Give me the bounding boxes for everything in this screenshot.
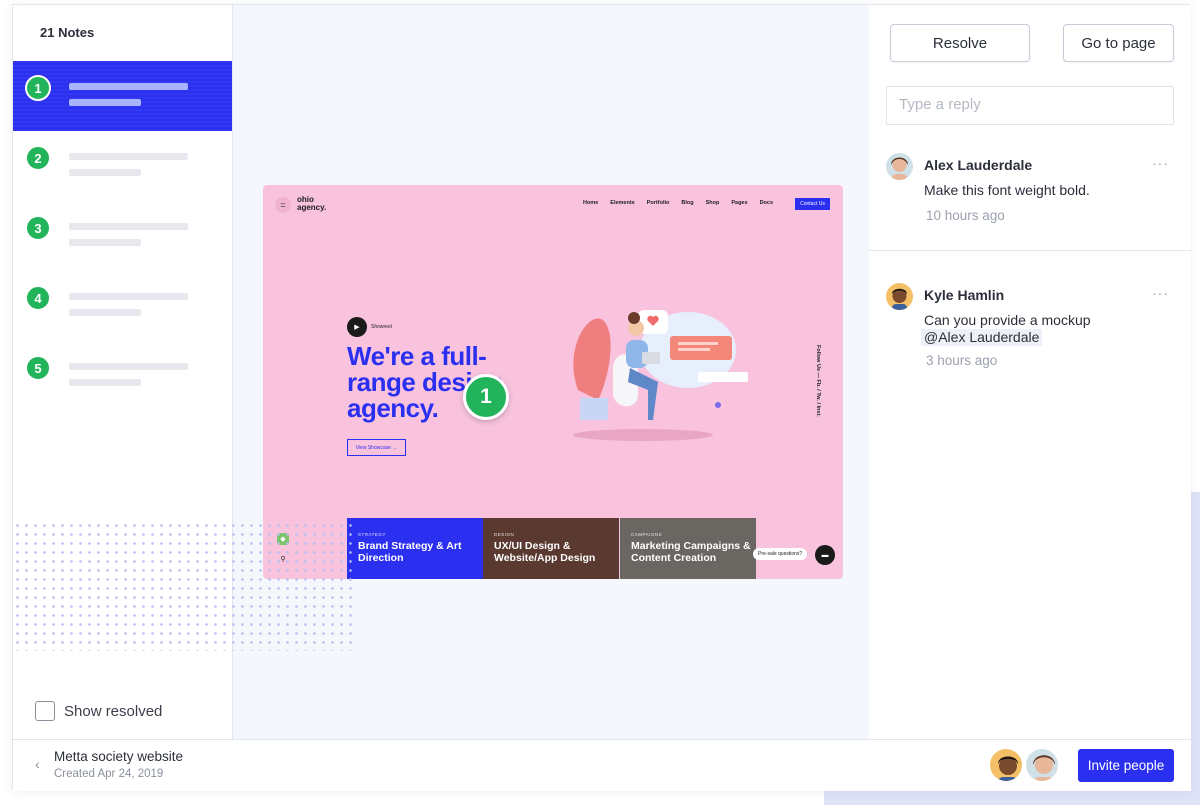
mockup-nav-item: Elements: [610, 200, 635, 206]
play-icon: ▶: [347, 317, 367, 337]
note-preview-line: [69, 309, 141, 316]
card-title: Marketing Campaigns & Content Creation: [631, 540, 751, 564]
avatar: [886, 153, 913, 180]
note-preview-line: [69, 223, 188, 230]
comment-text-body: Can you provide a mockup: [924, 312, 1091, 328]
mockup-nav-item: Docs: [759, 200, 774, 206]
note-preview-line: [69, 169, 141, 176]
notes-count: 21 Notes: [40, 25, 95, 40]
show-resolved-label: Show resolved: [64, 702, 163, 720]
card-category: DESIGN: [494, 532, 515, 537]
dot-pattern-decoration: [13, 521, 353, 651]
mockup-nav-item: Shop: [705, 200, 720, 206]
mockup-nav-item: Blog: [681, 200, 694, 206]
website-mockup[interactable]: = ohio agency. Home Elements Portfolio B…: [263, 185, 843, 579]
card-title: UX/UI Design & Website/App Design: [494, 540, 596, 564]
mockup-card-design: DESIGN UX/UI Design & Website/App Design: [483, 518, 619, 579]
note-preview-line: [69, 363, 188, 370]
mockup-chat-bubble: Pre-sale questions?: [753, 548, 808, 560]
avatar[interactable]: [988, 747, 1024, 783]
comment-text: Can you provide a mockup @Alex Lauderdal…: [921, 312, 1164, 346]
background-decoration-bottom: [824, 790, 1200, 805]
mockup-logo: ohio agency.: [297, 195, 327, 212]
background-decoration: [1190, 492, 1200, 805]
invite-people-button[interactable]: Invite people: [1078, 749, 1174, 782]
app-window: 21 Notes 1 2 3 4 5 Show resolved = ohio …: [12, 4, 1191, 791]
mockup-contact-button: Contact Us: [795, 198, 830, 210]
avatar-alex-icon: [886, 153, 913, 180]
note-item-4[interactable]: 4: [13, 271, 232, 341]
note-item-2[interactable]: 2: [13, 131, 232, 201]
mockup-illustration: [573, 310, 748, 441]
mockup-card-strategy: STRATEGY Brand Strategy & Art Direction: [347, 518, 483, 579]
show-resolved-toggle[interactable]: Show resolved: [35, 701, 162, 721]
chevron-left-icon[interactable]: ‹: [35, 756, 40, 772]
avatar[interactable]: [1024, 747, 1060, 783]
card-category: CAMPAIGNS: [631, 532, 663, 537]
comment-item: Alex Lauderdale ··· Make this font weigh…: [869, 145, 1191, 251]
avatar: [886, 283, 913, 310]
comment-timestamp: 3 hours ago: [926, 353, 998, 368]
comment-item: Kyle Hamlin ··· Can you provide a mockup…: [869, 275, 1191, 395]
go-to-page-button[interactable]: Go to page: [1063, 24, 1174, 62]
card-title: Brand Strategy & Art Direction: [358, 540, 462, 564]
more-options-icon[interactable]: ···: [1152, 285, 1169, 301]
note-preview-line: [69, 239, 141, 246]
note-number-badge: 1: [25, 75, 51, 101]
mockup-showreel: ▶ Showreel: [347, 317, 392, 337]
note-preview-line: [69, 99, 141, 106]
card-category: STRATEGY: [358, 532, 386, 537]
mockup-showreel-label: Showreel: [371, 324, 392, 330]
comment-timestamp: 10 hours ago: [926, 208, 1005, 223]
mockup-nav: Home Elements Portfolio Blog Shop Pages …: [583, 200, 773, 206]
show-resolved-checkbox[interactable]: [35, 701, 55, 721]
mockup-nav-item: Portfolio: [646, 200, 670, 206]
mockup-follow-text: Follow Us — Fb. / Tw. / Inst.: [815, 345, 821, 417]
mockup-card-campaigns: CAMPAIGNS Marketing Campaigns & Content …: [620, 518, 756, 579]
user-mention[interactable]: @Alex Lauderdale: [921, 329, 1043, 346]
note-preview-line: [69, 83, 188, 90]
avatar-kyle-icon: [886, 283, 913, 310]
note-preview-line: [69, 153, 188, 160]
note-number-badge: 5: [25, 355, 51, 381]
comments-panel: Resolve Go to page Type a reply Alex Lau…: [869, 5, 1191, 739]
resolve-button[interactable]: Resolve: [890, 24, 1030, 62]
mockup-nav-item: Home: [583, 200, 599, 206]
note-number-badge: 2: [25, 145, 51, 171]
note-preview-line: [69, 379, 141, 386]
note-item-3[interactable]: 3: [13, 201, 232, 271]
note-pin-marker[interactable]: 1: [463, 374, 509, 420]
comment-author: Alex Lauderdale: [924, 157, 1033, 173]
comment-text: Make this font weight bold.: [924, 182, 1090, 198]
avatar-alex-icon: [1026, 749, 1058, 781]
comment-author: Kyle Hamlin: [924, 287, 1005, 303]
hamburger-icon: =: [275, 197, 291, 213]
chat-icon: ▬: [815, 545, 835, 565]
avatar-kyle-icon: [990, 749, 1022, 781]
note-preview-line: [69, 293, 188, 300]
mockup-view-button: View Showcase →: [347, 439, 406, 456]
reply-input[interactable]: Type a reply: [886, 86, 1174, 125]
note-item-1[interactable]: 1: [13, 61, 232, 131]
note-number-badge: 4: [25, 285, 51, 311]
note-number-badge: 3: [25, 215, 51, 241]
mockup-nav-item: Pages: [731, 200, 748, 206]
more-options-icon[interactable]: ···: [1152, 155, 1169, 171]
project-footer: ‹ Metta society website Created Apr 24, …: [13, 739, 1191, 791]
project-created-date: Created Apr 24, 2019: [54, 768, 164, 780]
note-item-5[interactable]: 5: [13, 341, 232, 411]
mockup-headline: We're a full-range design agency.: [347, 341, 503, 423]
project-name: Metta society website: [54, 749, 184, 764]
